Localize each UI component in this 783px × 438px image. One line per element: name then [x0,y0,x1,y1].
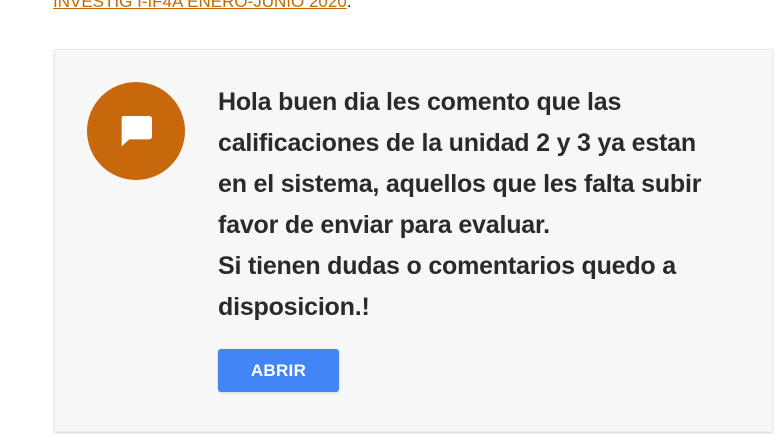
message-line: calificaciones de la unidad 2 y 3 ya est… [218,129,696,157]
course-link[interactable]: INVESTIG I-IF4A ENERO-JUNIO 2020 [53,0,347,11]
announcement-message: Hola buen dia les comento que las califi… [218,82,758,328]
open-button[interactable]: ABRIR [218,349,339,392]
page: INVESTIG I-IF4A ENERO-JUNIO 2020. Hola b… [0,0,783,438]
message-line: favor de enviar para evaluar. [218,211,550,239]
chat-bubble-icon [116,111,156,151]
message-line: Hola buen dia les comento que las [218,88,622,116]
course-link-row: INVESTIG I-IF4A ENERO-JUNIO 2020. [53,0,352,12]
message-line: en el sistema, aquellos que les falta su… [218,170,702,198]
announcement-card: Hola buen dia les comento que las califi… [54,49,773,432]
announcement-avatar [87,82,185,180]
message-line: disposicion.! [218,293,370,321]
message-line: Si tienen dudas o comentarios quedo a [218,252,676,280]
course-link-period: . [346,0,352,11]
